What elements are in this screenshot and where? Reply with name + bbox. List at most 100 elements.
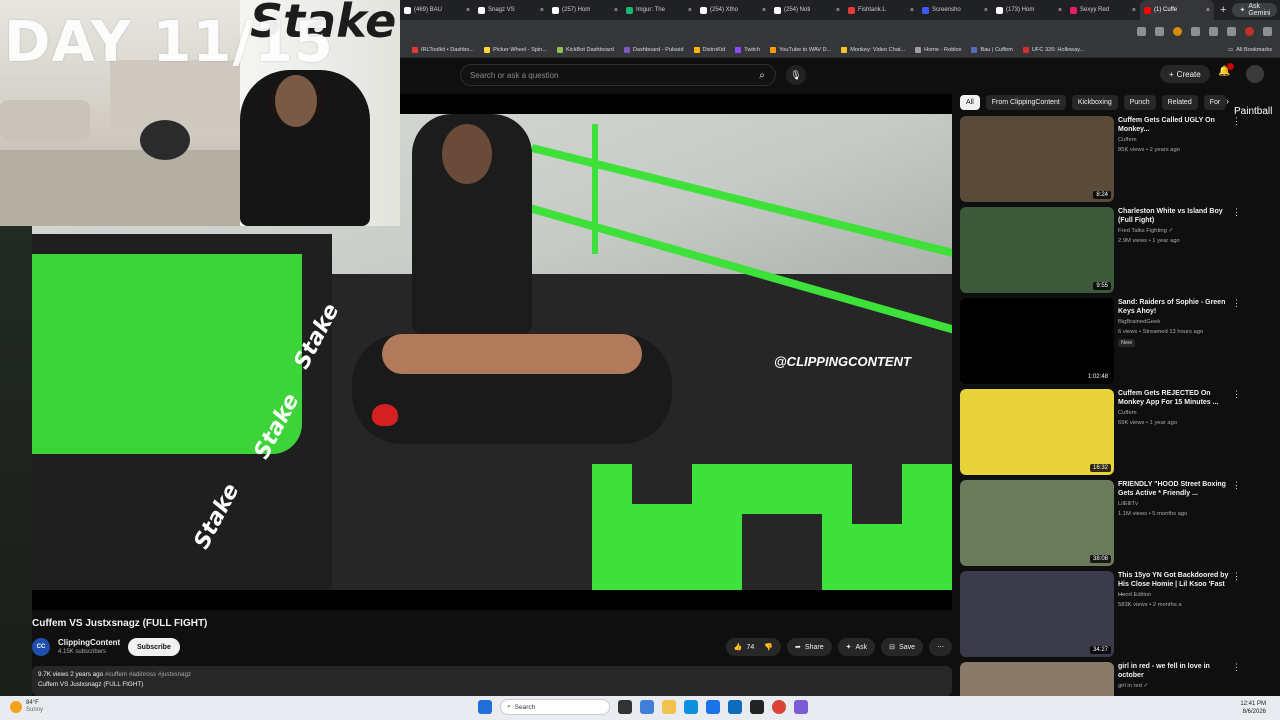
bookmark-item[interactable]: Home - Roblox: [915, 46, 961, 53]
tab-close-icon[interactable]: ×: [466, 7, 470, 14]
tab-close-icon[interactable]: ×: [836, 7, 840, 14]
recommended-video[interactable]: 1:02:48 Sand: Raiders of Sophie - Green K…: [960, 298, 1250, 389]
tab-close-icon[interactable]: ×: [984, 7, 988, 14]
recommended-channel[interactable]: girl in red ✓: [1118, 683, 1148, 689]
recommended-video[interactable]: 34:27 This 15yo YN Got Backdoored by His …: [960, 571, 1250, 662]
download-icon[interactable]: [1227, 26, 1236, 36]
search-icon[interactable]: ⌕: [749, 65, 775, 85]
search-input[interactable]: Search or ask a question ⌕: [460, 64, 776, 86]
more-vert-icon[interactable]: ⋮: [1232, 389, 1241, 400]
browser-tab[interactable]: Snagz VS ×: [474, 0, 548, 20]
bookmark-item[interactable]: Monkey: Video Chat...: [841, 46, 905, 53]
obs-icon[interactable]: [750, 700, 764, 714]
chrome-icon[interactable]: [772, 700, 786, 714]
recommended-title[interactable]: Sand: Raiders of Sophie - Green Keys Aho…: [1118, 298, 1230, 316]
video-description[interactable]: 9.7K views 2 years ago #cuffem #adinross…: [32, 666, 952, 696]
recommended-channel[interactable]: Cuffem: [1118, 410, 1137, 416]
thumbs-down-icon[interactable]: 👎: [764, 643, 773, 651]
taskbar-search[interactable]: ⌕ Search: [500, 699, 610, 715]
browser-tab[interactable]: (257) Hom ×: [548, 0, 622, 20]
recommended-video[interactable]: 9:55 Charleston White vs Island Boy (Full…: [960, 207, 1250, 298]
bookmark-item[interactable]: Twitch: [735, 46, 760, 53]
start-icon[interactable]: [478, 700, 492, 714]
recommended-title[interactable]: FRIENDLY "HOOD Street Boxing Gets Active…: [1118, 480, 1230, 498]
recommended-video[interactable]: 8:24 Cuffem Gets Called UGLY On Monkey...…: [960, 116, 1250, 207]
video-thumbnail[interactable]: 9:55: [960, 207, 1114, 293]
more-actions-button[interactable]: ⋯: [929, 638, 952, 656]
more-vert-icon[interactable]: ⋮: [1232, 480, 1241, 491]
ask-gemini-button[interactable]: ✦ Ask Gemini: [1232, 3, 1278, 17]
browser-tab[interactable]: Sexyy Red ×: [1066, 0, 1140, 20]
video-thumbnail[interactable]: 38:08: [960, 480, 1114, 566]
more-vert-icon[interactable]: ⋮: [1232, 662, 1241, 673]
bookmark-item[interactable]: KickBot Dashboard: [556, 46, 614, 53]
channel-avatar[interactable]: CC: [32, 638, 50, 656]
tab-close-icon[interactable]: ×: [1132, 7, 1136, 14]
notifications-bell-icon[interactable]: 🔔: [1218, 63, 1235, 77]
bookmark-item[interactable]: YouTube to WAV D...: [770, 46, 831, 53]
profile-icon[interactable]: [1245, 26, 1254, 36]
weather-widget[interactable]: 84°F Sunny: [10, 700, 43, 714]
edge-icon[interactable]: [684, 700, 698, 714]
tab-close-icon[interactable]: ×: [762, 7, 766, 14]
recommended-video[interactable]: 16:32 Cuffem Gets REJECTED On Monkey App …: [960, 389, 1250, 480]
filter-chip[interactable]: Related: [1161, 94, 1198, 110]
file-explorer-icon[interactable]: [662, 700, 676, 714]
chevron-right-icon[interactable]: ›: [1226, 96, 1229, 106]
recommended-channel[interactable]: Cuffem: [1118, 137, 1137, 143]
recommended-channel[interactable]: LilElliTv: [1118, 501, 1138, 507]
recommended-channel[interactable]: BigBrainedGeek: [1118, 319, 1160, 325]
tab-close-icon[interactable]: ×: [540, 7, 544, 14]
create-button[interactable]: + Create: [1160, 65, 1210, 83]
more-vert-icon[interactable]: ⋮: [1232, 207, 1241, 218]
bookmark-item[interactable]: UFC 326: Holloway...: [1022, 46, 1084, 53]
browser-tab[interactable]: (1) Cuffe ×: [1140, 0, 1214, 20]
filter-chip[interactable]: From ClippingContent: [985, 94, 1066, 110]
recommended-channel[interactable]: Fred Talks Fighting ✓: [1118, 228, 1173, 234]
browser-tab[interactable]: Screensho ×: [918, 0, 992, 20]
browser-tab[interactable]: (469) BAU ×: [400, 0, 474, 20]
task-view-icon[interactable]: [618, 700, 632, 714]
bookmark-item[interactable]: Bau | Cuffem: [971, 46, 1013, 53]
system-clock[interactable]: 12:41 PM 8/6/2026: [1240, 700, 1266, 716]
more-vert-icon[interactable]: ⋮: [1232, 116, 1241, 127]
browser-tab[interactable]: (254) Xtho ×: [696, 0, 770, 20]
bookmark-item[interactable]: Picker Wheel - Spin...: [484, 46, 547, 53]
like-button[interactable]: 👍 74 👎: [725, 638, 782, 656]
app-icon[interactable]: [794, 700, 808, 714]
browser-tab[interactable]: (254) Noti ×: [770, 0, 844, 20]
mail-icon[interactable]: [728, 700, 742, 714]
bookmark-item[interactable]: Dashboard - Pulsoid: [623, 46, 684, 53]
video-thumbnail[interactable]: 1:02:48: [960, 298, 1114, 384]
recommended-title[interactable]: Charleston White vs Island Boy (Full Fig…: [1118, 207, 1230, 225]
browser-tab[interactable]: Imgur: The ×: [622, 0, 696, 20]
more-vert-icon[interactable]: ⋮: [1232, 298, 1241, 309]
account-avatar[interactable]: [1246, 65, 1264, 83]
browser-tab[interactable]: (173) Hom ×: [992, 0, 1066, 20]
channel-name[interactable]: ClippingContent: [58, 638, 120, 647]
new-tab-button[interactable]: +: [1214, 4, 1232, 16]
filter-chip[interactable]: Punch: [1123, 94, 1156, 110]
mic-icon[interactable]: 🎙: [786, 65, 806, 85]
recommended-title[interactable]: Cuffem Gets Called UGLY On Monkey...: [1118, 116, 1230, 134]
filter-chip[interactable]: Kickboxing: [1071, 94, 1118, 110]
save-button[interactable]: ⊟ Save: [881, 638, 923, 656]
ask-button[interactable]: ✦ Ask: [837, 638, 876, 656]
tab-close-icon[interactable]: ×: [1206, 7, 1210, 14]
more-vert-icon[interactable]: ⋮: [1232, 571, 1241, 582]
extension-icon[interactable]: [1173, 26, 1182, 36]
star-icon[interactable]: [1155, 26, 1164, 36]
browser-tab[interactable]: Fishtank.L ×: [844, 0, 918, 20]
filter-chip[interactable]: For: [1203, 94, 1227, 110]
copilot-icon[interactable]: [640, 700, 654, 714]
subscribe-button[interactable]: Subscribe: [128, 638, 180, 656]
recommended-channel[interactable]: Hood Edition: [1118, 592, 1151, 598]
video-thumbnail[interactable]: 16:32: [960, 389, 1114, 475]
extension-icon[interactable]: [1191, 26, 1200, 36]
share-button[interactable]: ➦ Share: [787, 638, 832, 656]
bookmark-item[interactable]: IRLToolkit • Dashbo...: [412, 46, 474, 53]
hashtags[interactable]: #cuffem #adinross #justxsnagz: [105, 671, 191, 678]
tab-close-icon[interactable]: ×: [688, 7, 692, 14]
store-icon[interactable]: [706, 700, 720, 714]
menu-dots-icon[interactable]: [1263, 26, 1272, 36]
